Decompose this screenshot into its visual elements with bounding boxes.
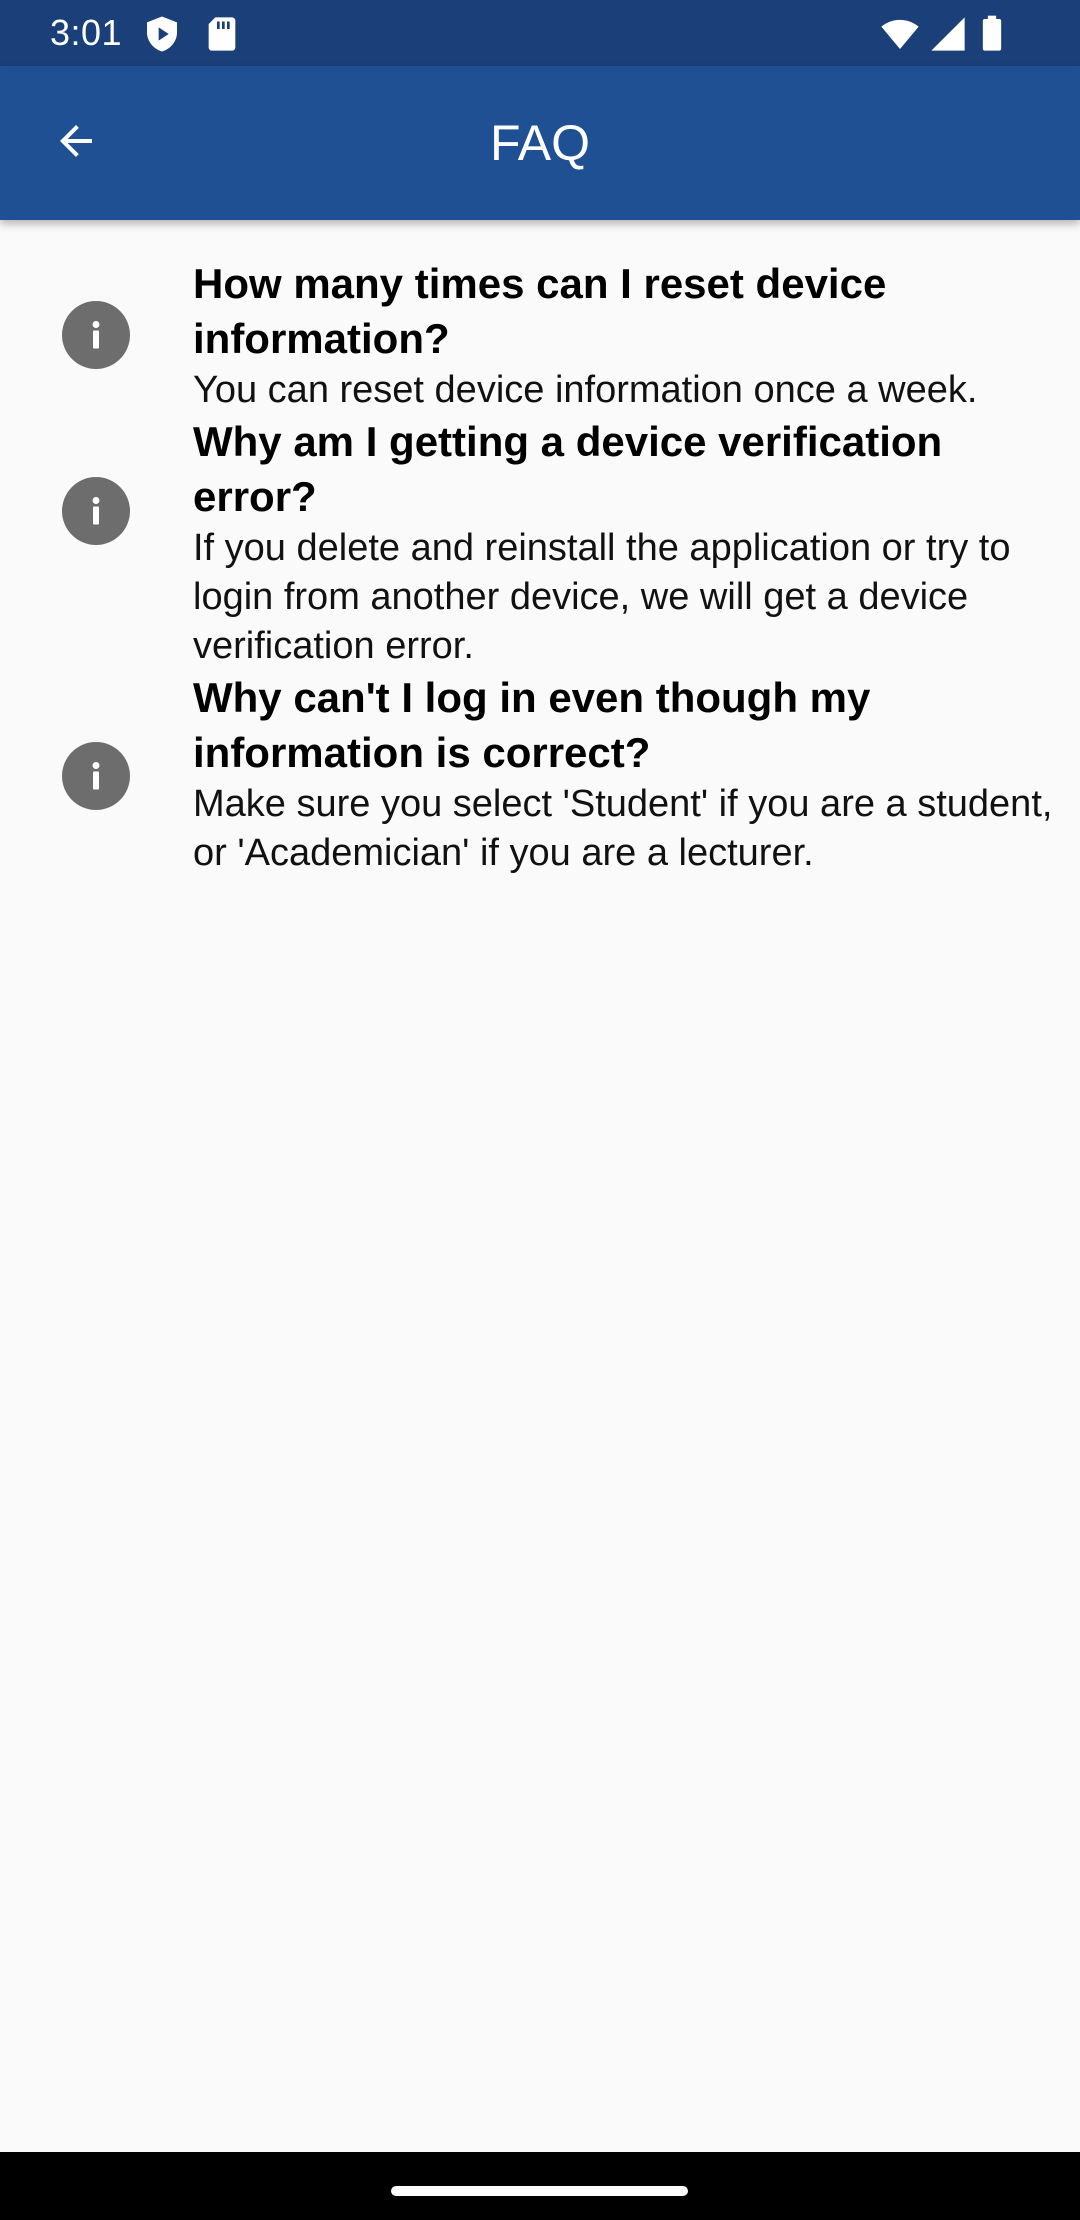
status-bar: 3:01 xyxy=(0,0,1080,66)
info-icon xyxy=(62,742,130,810)
cell-signal-icon xyxy=(928,14,968,54)
battery-icon xyxy=(972,14,1012,54)
arrow-back-icon xyxy=(52,117,100,170)
info-icon xyxy=(62,477,130,545)
faq-text: Why can't I log in even though my inform… xyxy=(193,670,1053,878)
faq-question: Why can't I log in even though my inform… xyxy=(193,674,871,776)
home-gesture-handle[interactable] xyxy=(391,2186,688,2196)
faq-answer: If you delete and reinstall the applicat… xyxy=(193,527,1011,667)
faq-question: How many times can I reset device inform… xyxy=(193,260,887,362)
faq-text: Why am I getting a device verification e… xyxy=(193,414,1053,671)
back-button[interactable] xyxy=(36,103,116,183)
info-icon xyxy=(62,301,130,369)
faq-answer: You can reset device information once a … xyxy=(193,369,978,411)
shield-play-icon xyxy=(142,14,182,54)
faq-text: How many times can I reset device inform… xyxy=(193,256,1053,415)
sd-card-icon xyxy=(202,14,242,54)
navigation-bar xyxy=(0,2152,1080,2220)
faq-question: Why am I getting a device verification e… xyxy=(193,418,943,520)
status-time: 3:01 xyxy=(50,12,123,53)
app-bar: FAQ xyxy=(0,66,1080,220)
faq-answer: Make sure you select 'Student' if you ar… xyxy=(193,783,1053,874)
wifi-icon xyxy=(880,14,920,54)
page-title: FAQ xyxy=(489,115,591,171)
